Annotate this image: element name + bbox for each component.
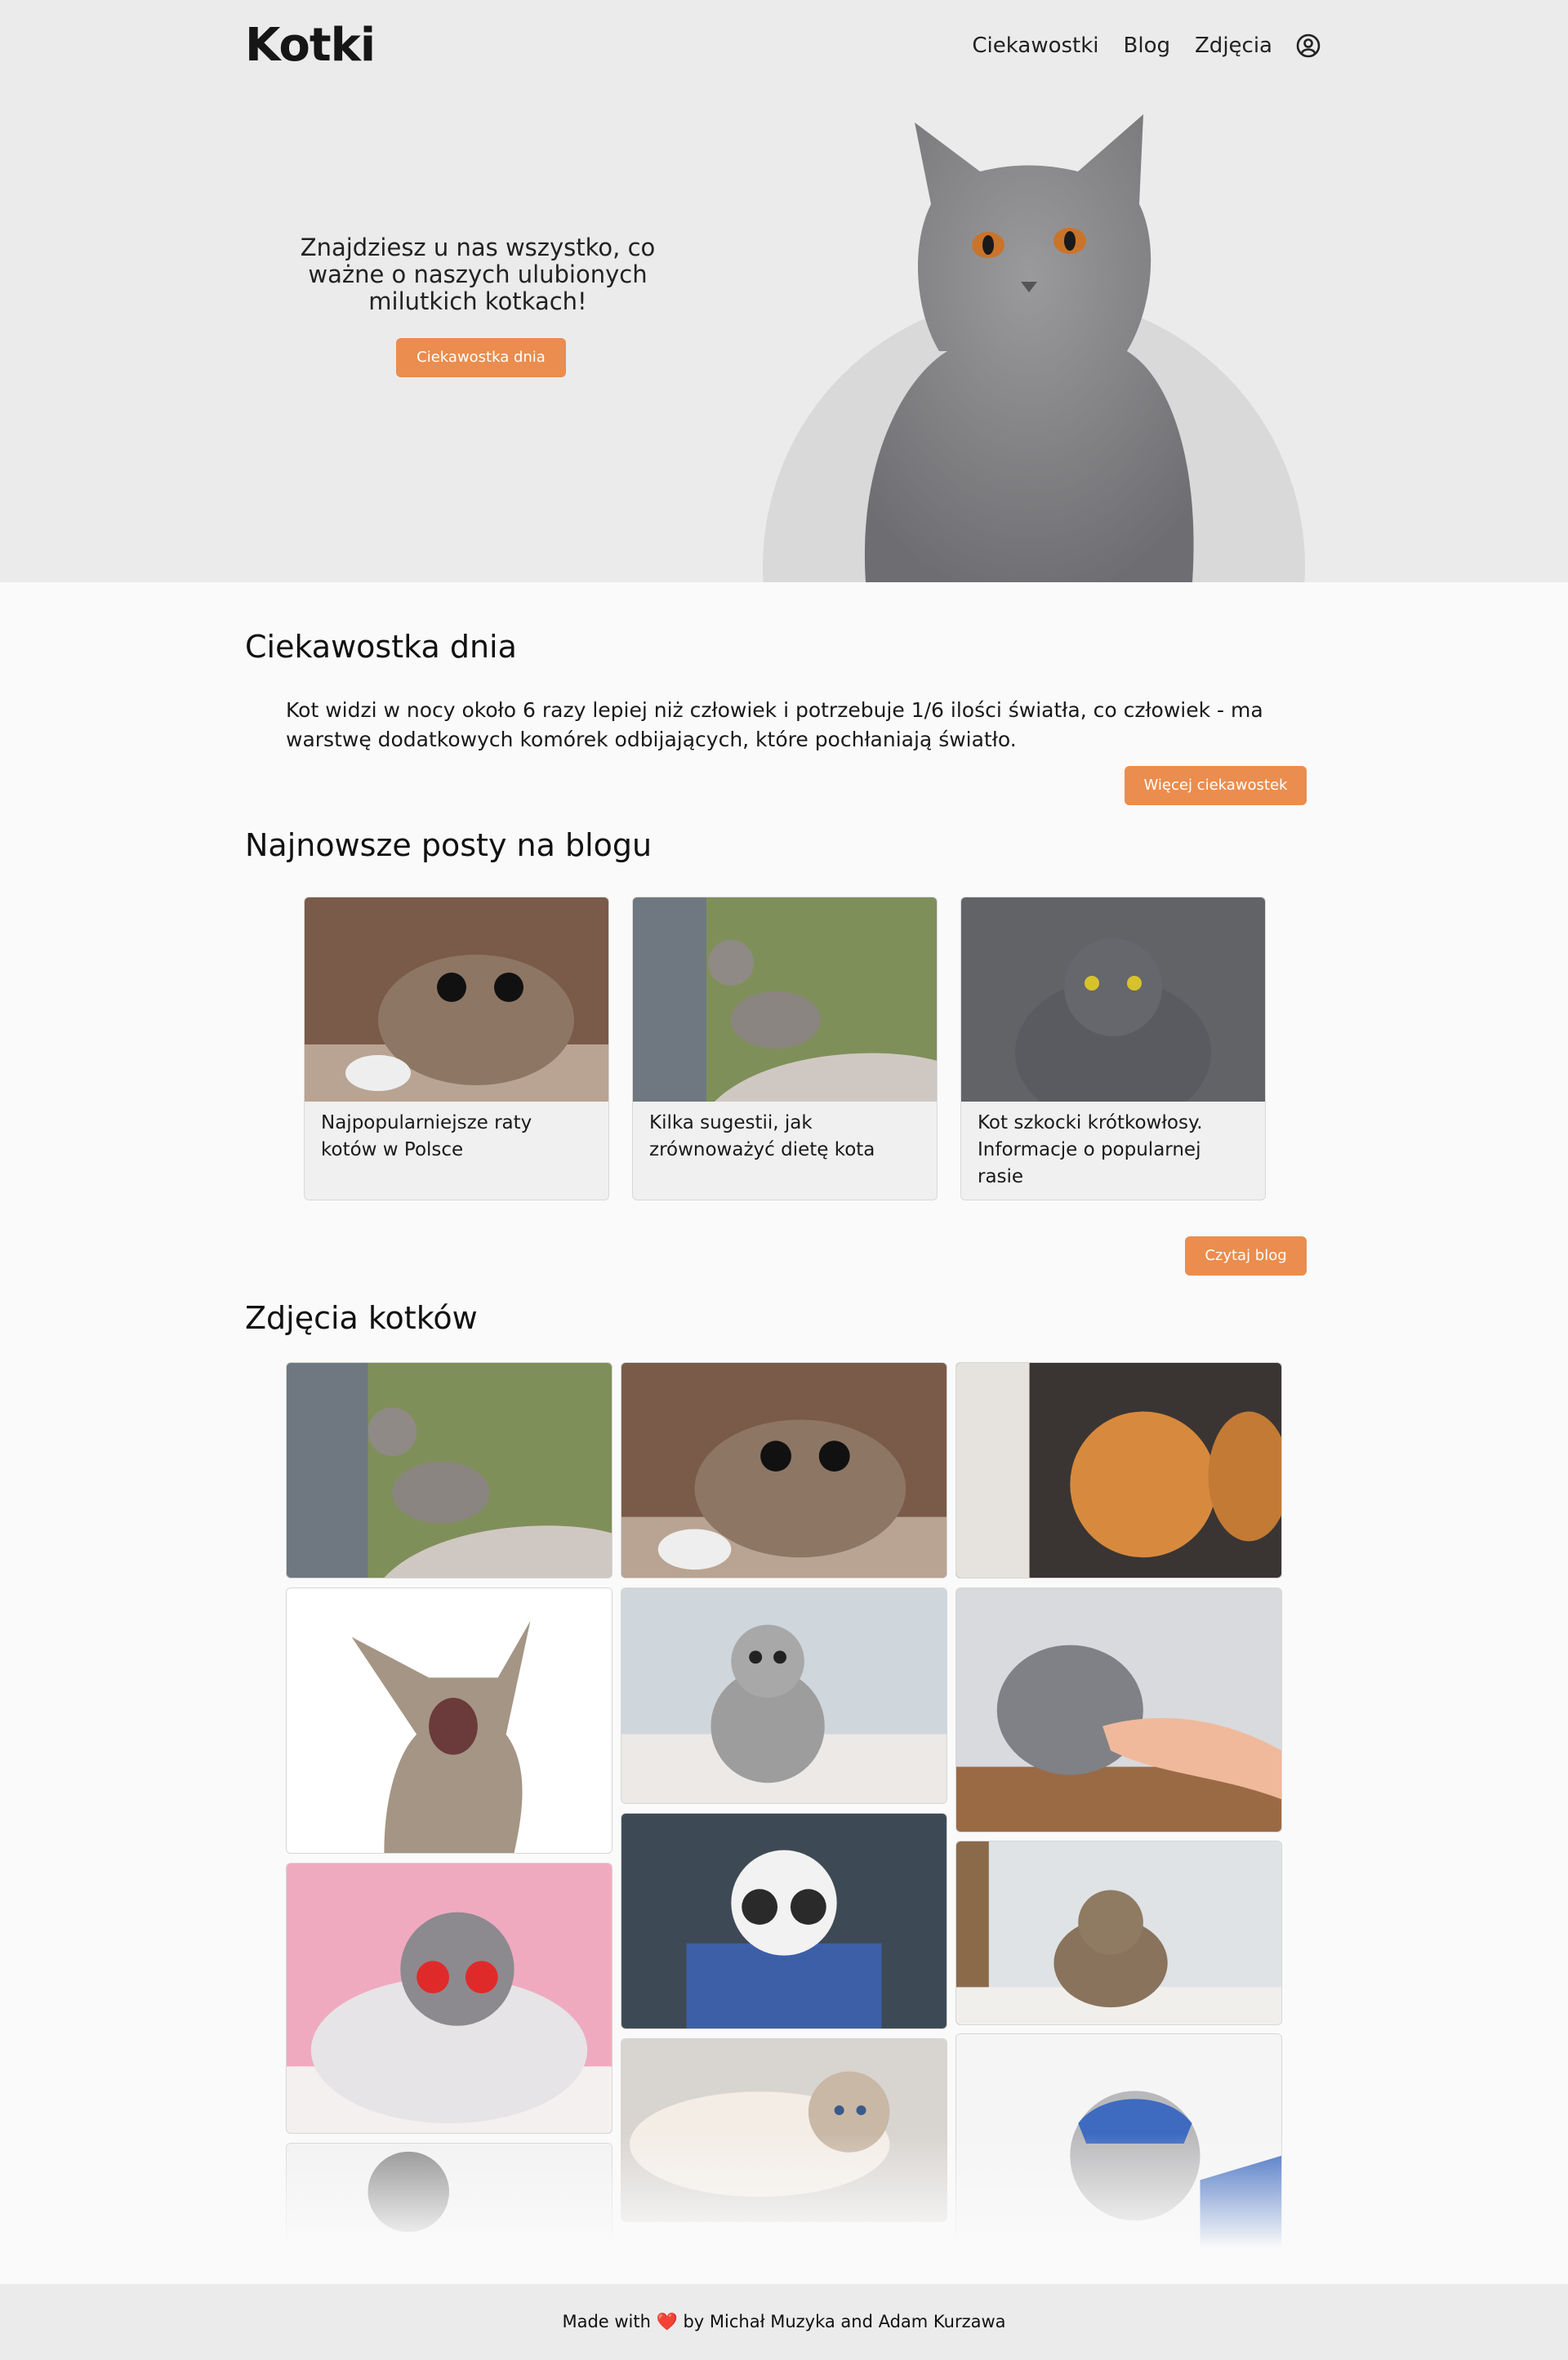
read-blog-button[interactable]: Czytaj blog <box>1185 1236 1307 1276</box>
nav-ciekawostki[interactable]: Ciekawostki <box>972 29 1098 62</box>
blog-post-card[interactable]: Kilka sugestii, jak zrównoważyć dietę ko… <box>632 897 938 1200</box>
heart-icon: ❤️ <box>656 2312 678 2331</box>
logo[interactable]: Kotki <box>245 23 376 69</box>
footer: Made with ❤️ by Michał Muzyka and Adam K… <box>0 2284 1568 2360</box>
fact-of-day-button[interactable]: Ciekawostka dnia <box>396 338 566 377</box>
fact-section-title: Ciekawostka dnia <box>245 629 517 665</box>
gallery-photo[interactable] <box>286 1587 612 1854</box>
gallery-photo[interactable] <box>286 1362 612 1579</box>
gallery-photo[interactable] <box>621 1362 947 1579</box>
gallery-photo[interactable] <box>286 1863 612 2134</box>
gallery-photo[interactable] <box>956 2033 1282 2248</box>
gallery-section-title: Zdjęcia kotków <box>245 1300 478 1336</box>
gallery-photo[interactable] <box>956 1587 1282 1832</box>
blog-section-title: Najnowsze posty na blogu <box>245 827 653 863</box>
nav-blog[interactable]: Blog <box>1124 29 1170 62</box>
post-image <box>633 897 937 1102</box>
user-circle-icon[interactable] <box>1295 33 1321 59</box>
gallery-photo[interactable] <box>286 2143 612 2248</box>
post-title: Najpopularniejsze raty kotów w Polsce <box>321 1112 532 1160</box>
logo-text: Kotki <box>245 19 376 72</box>
blog-posts: Najpopularniejsze raty kotów w Polsce Ki… <box>304 897 1266 1200</box>
gallery-photo[interactable] <box>621 1813 947 2029</box>
gallery-photo[interactable] <box>621 2038 947 2222</box>
more-facts-button[interactable]: Więcej ciekawostek <box>1125 766 1307 805</box>
hero-text: Znajdziesz u nas wszystko, co ważne o na… <box>300 234 656 315</box>
photo-gallery <box>286 1362 1282 2248</box>
fact-text: Kot widzi w nocy około 6 razy lepiej niż… <box>286 698 1263 751</box>
post-title: Kilka sugestii, jak zrównoważyć dietę ko… <box>649 1112 875 1160</box>
footer-prefix: Made with <box>562 2312 651 2331</box>
post-image <box>305 897 608 1102</box>
main-nav: Ciekawostki Blog Zdjęcia <box>947 29 1321 62</box>
gallery-photo[interactable] <box>956 1841 1282 2025</box>
footer-authors: by Michał Muzyka and Adam Kurzawa <box>683 2312 1006 2331</box>
hero-section: Kotki Ciekawostki Blog Zdjęcia Znajdzies… <box>0 0 1568 582</box>
post-image <box>961 897 1265 1102</box>
blog-post-card[interactable]: Kot szkocki krótkowłosy. Informacje o po… <box>960 897 1266 1200</box>
blog-post-card[interactable]: Najpopularniejsze raty kotów w Polsce <box>304 897 609 1200</box>
post-title: Kot szkocki krótkowłosy. Informacje o po… <box>978 1112 1203 1187</box>
hero-cat-image <box>864 114 1194 582</box>
gallery-photo[interactable] <box>956 1362 1282 1579</box>
nav-zdjecia[interactable]: Zdjęcia <box>1195 29 1272 62</box>
gallery-photo[interactable] <box>621 1587 947 1804</box>
